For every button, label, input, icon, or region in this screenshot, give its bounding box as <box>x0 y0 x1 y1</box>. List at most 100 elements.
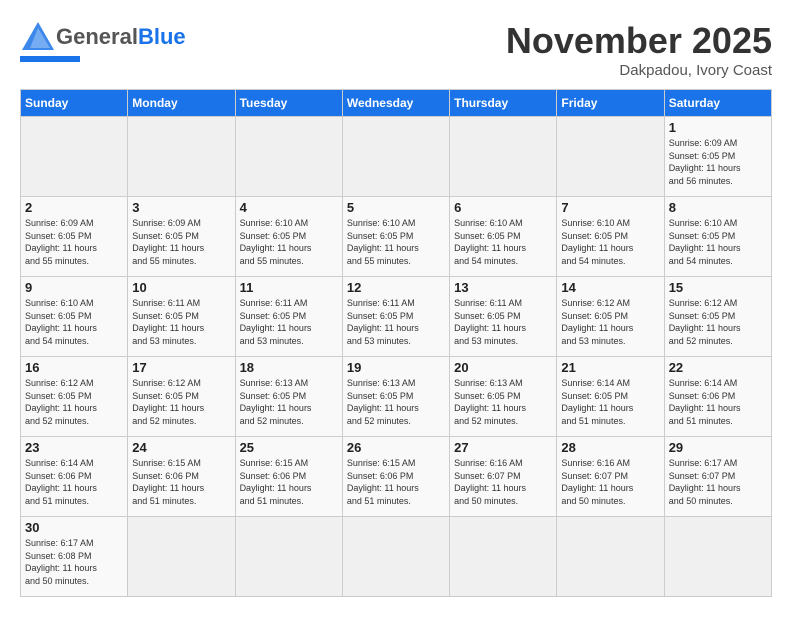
calendar-cell: 19 Sunrise: 6:13 AM Sunset: 6:05 PM Dayli… <box>342 357 449 437</box>
day-number: 17 <box>132 360 230 375</box>
weekday-header: Tuesday <box>235 90 342 117</box>
day-number: 1 <box>669 120 767 135</box>
calendar-cell: 13 Sunrise: 6:11 AM Sunset: 6:05 PM Dayli… <box>450 277 557 357</box>
day-number: 5 <box>347 200 445 215</box>
page-header: GeneralBlue November 2025 Dakpadou, Ivor… <box>20 20 772 79</box>
calendar-cell: 3 Sunrise: 6:09 AM Sunset: 6:05 PM Daylig… <box>128 197 235 277</box>
calendar-cell: 2 Sunrise: 6:09 AM Sunset: 6:05 PM Daylig… <box>21 197 128 277</box>
day-info: Sunrise: 6:11 AM Sunset: 6:05 PM Dayligh… <box>347 297 445 347</box>
day-info: Sunrise: 6:16 AM Sunset: 6:07 PM Dayligh… <box>454 457 552 507</box>
weekday-header-row: SundayMondayTuesdayWednesdayThursdayFrid… <box>21 90 772 117</box>
day-info: Sunrise: 6:12 AM Sunset: 6:05 PM Dayligh… <box>132 377 230 427</box>
calendar-cell <box>342 517 449 597</box>
day-info: Sunrise: 6:17 AM Sunset: 6:08 PM Dayligh… <box>25 537 123 587</box>
day-number: 13 <box>454 280 552 295</box>
day-info: Sunrise: 6:11 AM Sunset: 6:05 PM Dayligh… <box>240 297 338 347</box>
day-number: 7 <box>561 200 659 215</box>
calendar-cell: 6Sunrise: 6:10 AM Sunset: 6:05 PM Daylig… <box>450 197 557 277</box>
calendar-cell <box>21 117 128 197</box>
day-number: 4 <box>240 200 338 215</box>
calendar-cell: 17 Sunrise: 6:12 AM Sunset: 6:05 PM Dayli… <box>128 357 235 437</box>
weekday-header: Saturday <box>664 90 771 117</box>
day-number: 2 <box>25 200 123 215</box>
calendar-week-row: 2 Sunrise: 6:09 AM Sunset: 6:05 PM Daylig… <box>21 197 772 277</box>
calendar-cell <box>450 517 557 597</box>
logo-icon <box>20 20 56 54</box>
day-number: 23 <box>25 440 123 455</box>
calendar-cell <box>235 517 342 597</box>
day-info: Sunrise: 6:17 AM Sunset: 6:07 PM Dayligh… <box>669 457 767 507</box>
day-info: Sunrise: 6:15 AM Sunset: 6:06 PM Dayligh… <box>347 457 445 507</box>
day-info: Sunrise: 6:12 AM Sunset: 6:05 PM Dayligh… <box>669 297 767 347</box>
logo-bar <box>20 56 80 62</box>
day-info: Sunrise: 6:14 AM Sunset: 6:06 PM Dayligh… <box>25 457 123 507</box>
day-number: 28 <box>561 440 659 455</box>
day-number: 22 <box>669 360 767 375</box>
calendar-cell: 11 Sunrise: 6:11 AM Sunset: 6:05 PM Dayli… <box>235 277 342 357</box>
day-info: Sunrise: 6:11 AM Sunset: 6:05 PM Dayligh… <box>454 297 552 347</box>
day-number: 26 <box>347 440 445 455</box>
logo-text: GeneralBlue <box>56 24 186 50</box>
calendar-cell <box>664 517 771 597</box>
day-number: 21 <box>561 360 659 375</box>
day-number: 11 <box>240 280 338 295</box>
calendar-cell <box>235 117 342 197</box>
calendar-cell <box>557 117 664 197</box>
day-number: 18 <box>240 360 338 375</box>
day-number: 8 <box>669 200 767 215</box>
day-info: Sunrise: 6:09 AM Sunset: 6:05 PM Dayligh… <box>132 217 230 267</box>
calendar-cell: 14 Sunrise: 6:12 AM Sunset: 6:05 PM Dayli… <box>557 277 664 357</box>
location: Dakpadou, Ivory Coast <box>506 62 772 79</box>
month-title: November 2025 <box>506 20 772 62</box>
day-number: 12 <box>347 280 445 295</box>
calendar-cell <box>128 517 235 597</box>
day-info: Sunrise: 6:13 AM Sunset: 6:05 PM Dayligh… <box>454 377 552 427</box>
day-number: 19 <box>347 360 445 375</box>
calendar-cell: 4Sunrise: 6:10 AM Sunset: 6:05 PM Daylig… <box>235 197 342 277</box>
calendar-cell: 24Sunrise: 6:15 AM Sunset: 6:06 PM Dayli… <box>128 437 235 517</box>
calendar-cell: 1 Sunrise: 6:09 AM Sunset: 6:05 PM Daylig… <box>664 117 771 197</box>
day-number: 15 <box>669 280 767 295</box>
day-info: Sunrise: 6:13 AM Sunset: 6:05 PM Dayligh… <box>240 377 338 427</box>
calendar-cell: 25Sunrise: 6:15 AM Sunset: 6:06 PM Dayli… <box>235 437 342 517</box>
calendar-cell: 15 Sunrise: 6:12 AM Sunset: 6:05 PM Dayli… <box>664 277 771 357</box>
day-info: Sunrise: 6:13 AM Sunset: 6:05 PM Dayligh… <box>347 377 445 427</box>
calendar-cell <box>128 117 235 197</box>
calendar-cell: 26 Sunrise: 6:15 AM Sunset: 6:06 PM Dayli… <box>342 437 449 517</box>
calendar-cell: 16Sunrise: 6:12 AM Sunset: 6:05 PM Dayli… <box>21 357 128 437</box>
day-info: Sunrise: 6:12 AM Sunset: 6:05 PM Dayligh… <box>561 297 659 347</box>
day-number: 3 <box>132 200 230 215</box>
day-number: 30 <box>25 520 123 535</box>
day-number: 10 <box>132 280 230 295</box>
day-info: Sunrise: 6:09 AM Sunset: 6:05 PM Dayligh… <box>25 217 123 267</box>
day-number: 27 <box>454 440 552 455</box>
calendar-week-row: 30 Sunrise: 6:17 AM Sunset: 6:08 PM Dayli… <box>21 517 772 597</box>
day-info: Sunrise: 6:14 AM Sunset: 6:05 PM Dayligh… <box>561 377 659 427</box>
calendar-cell: 12 Sunrise: 6:11 AM Sunset: 6:05 PM Dayli… <box>342 277 449 357</box>
logo: GeneralBlue <box>20 20 186 62</box>
calendar-cell: 29Sunrise: 6:17 AM Sunset: 6:07 PM Dayli… <box>664 437 771 517</box>
day-info: Sunrise: 6:10 AM Sunset: 6:05 PM Dayligh… <box>669 217 767 267</box>
day-number: 14 <box>561 280 659 295</box>
day-number: 16 <box>25 360 123 375</box>
day-info: Sunrise: 6:14 AM Sunset: 6:06 PM Dayligh… <box>669 377 767 427</box>
day-info: Sunrise: 6:09 AM Sunset: 6:05 PM Dayligh… <box>669 137 767 187</box>
calendar-cell: 7 Sunrise: 6:10 AM Sunset: 6:05 PM Daylig… <box>557 197 664 277</box>
calendar-cell <box>342 117 449 197</box>
day-number: 20 <box>454 360 552 375</box>
weekday-header: Monday <box>128 90 235 117</box>
calendar-cell: 30 Sunrise: 6:17 AM Sunset: 6:08 PM Dayli… <box>21 517 128 597</box>
day-info: Sunrise: 6:15 AM Sunset: 6:06 PM Dayligh… <box>132 457 230 507</box>
day-info: Sunrise: 6:10 AM Sunset: 6:05 PM Dayligh… <box>561 217 659 267</box>
calendar-cell: 9 Sunrise: 6:10 AM Sunset: 6:05 PM Daylig… <box>21 277 128 357</box>
day-number: 9 <box>25 280 123 295</box>
calendar-cell: 20 Sunrise: 6:13 AM Sunset: 6:05 PM Dayli… <box>450 357 557 437</box>
day-info: Sunrise: 6:10 AM Sunset: 6:05 PM Dayligh… <box>25 297 123 347</box>
calendar-cell: 27 Sunrise: 6:16 AM Sunset: 6:07 PM Dayli… <box>450 437 557 517</box>
day-info: Sunrise: 6:15 AM Sunset: 6:06 PM Dayligh… <box>240 457 338 507</box>
weekday-header: Thursday <box>450 90 557 117</box>
weekday-header: Sunday <box>21 90 128 117</box>
title-block: November 2025 Dakpadou, Ivory Coast <box>506 20 772 79</box>
calendar-cell: 23 Sunrise: 6:14 AM Sunset: 6:06 PM Dayli… <box>21 437 128 517</box>
calendar-cell: 10Sunrise: 6:11 AM Sunset: 6:05 PM Dayli… <box>128 277 235 357</box>
